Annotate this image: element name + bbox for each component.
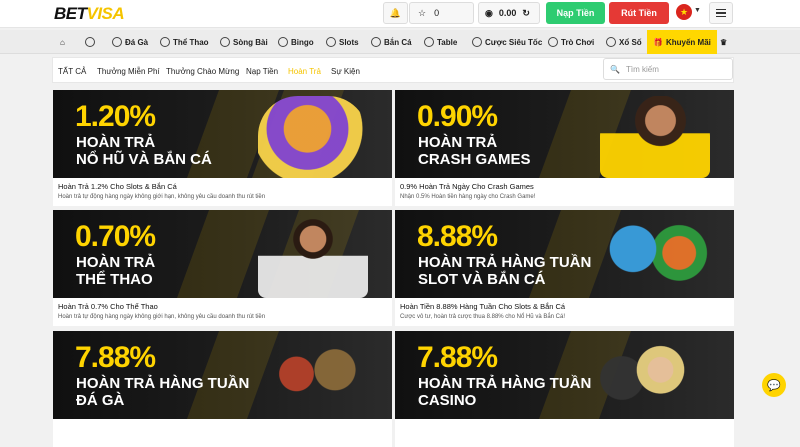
promo-banner: 0.70% HOÀN TRẢ THỂ THAO bbox=[53, 210, 392, 298]
top-bar: BETVISA 🔔 ☆ 0 ◉ 0.00 ↻ Nạp Tiền Rút Tiền ★ … bbox=[0, 0, 800, 28]
nav-fishing[interactable]: Bắn Cá bbox=[371, 30, 412, 54]
promo-percent: 0.70% bbox=[75, 220, 156, 253]
hamburger-menu-button[interactable] bbox=[709, 2, 733, 24]
promo-title: Hoàn Trả 1.2% Cho Slots & Bắn Cá bbox=[58, 182, 177, 191]
bell-icon: 🔔 bbox=[389, 7, 402, 18]
promo-percent: 8.88% bbox=[417, 220, 498, 253]
coins-value: 0 bbox=[434, 8, 440, 18]
promo-banner-title: HOÀN TRẢ NỔ HŨ VÀ BẮN CÁ bbox=[76, 134, 212, 168]
notification-button[interactable]: 🔔 bbox=[383, 2, 408, 24]
nav-games[interactable]: Trò Chơi bbox=[548, 30, 594, 54]
filter-welcome-bonus[interactable]: Thưởng Chào Mừng bbox=[166, 58, 239, 84]
search-icon: 🔍 bbox=[610, 64, 620, 74]
promo-card[interactable]: 7.88% HOÀN TRẢ HÀNG TUẦN ĐÁ GÀ bbox=[53, 331, 392, 447]
bingo-icon bbox=[278, 37, 288, 47]
fighting-roosters-image bbox=[258, 337, 368, 419]
nav-promotions[interactable]: 🎁 Khuyến Mãi bbox=[647, 30, 717, 54]
promo-card[interactable]: 0.90% HOÀN TRẢ CRASH GAMES 0.9% Hoàn Trả… bbox=[395, 90, 734, 206]
lightning-icon bbox=[472, 37, 482, 47]
nav-vip[interactable]: ♛ bbox=[720, 30, 727, 54]
nav-quick-bet[interactable]: Cược Siêu Tốc bbox=[472, 30, 542, 54]
gamepad-icon bbox=[548, 37, 558, 47]
filter-cashback[interactable]: Hoàn Trả bbox=[288, 58, 321, 84]
promo-description: Nhận 0.5% Hoàn tiền hàng ngày cho Crash … bbox=[400, 194, 536, 200]
nav-home[interactable]: ⌂ bbox=[60, 30, 65, 54]
coins-box[interactable]: ☆ 0 bbox=[409, 2, 474, 24]
woman-with-plane-image bbox=[600, 96, 710, 178]
promo-banner: 7.88% HOÀN TRẢ HÀNG TUẦN ĐÁ GÀ bbox=[53, 331, 392, 419]
promo-banner-title: HOÀN TRẢ CRASH GAMES bbox=[418, 134, 531, 168]
search-input[interactable]: 🔍 Tìm kiếm bbox=[603, 58, 733, 80]
promo-title: Hoàn Trả 0.7% Cho Thể Thao bbox=[58, 302, 158, 311]
withdraw-button[interactable]: Rút Tiền bbox=[609, 2, 669, 24]
chevron-down-icon[interactable]: ▼ bbox=[694, 7, 701, 14]
refresh-icon[interactable]: ↻ bbox=[522, 8, 530, 19]
deposit-button[interactable]: Nạp Tiền bbox=[546, 2, 605, 24]
promo-banner: 8.88% HOÀN TRẢ HÀNG TUẦN SLOT VÀ BẮN CÁ bbox=[395, 210, 734, 298]
filter-deposit[interactable]: Nạp Tiền bbox=[246, 58, 278, 84]
gift-icon: 🎁 bbox=[653, 37, 663, 47]
promo-percent: 1.20% bbox=[75, 100, 156, 133]
filter-all[interactable]: TẤT CẢ bbox=[58, 58, 86, 84]
promo-percent: 0.90% bbox=[417, 100, 498, 133]
cards-icon bbox=[220, 37, 230, 47]
nav-table[interactable]: Table bbox=[424, 30, 457, 54]
balance-value: 0.00 bbox=[498, 8, 517, 18]
shark-and-leprechaun-image bbox=[600, 216, 710, 298]
star-icon: ☆ bbox=[418, 7, 427, 18]
fish-target-icon bbox=[371, 37, 381, 47]
promo-banner-title: HOÀN TRẢ HÀNG TUẦN SLOT VÀ BẮN CÁ bbox=[418, 254, 592, 288]
promo-card[interactable]: 7.88% HOÀN TRẢ HÀNG TUẦN CASINO bbox=[395, 331, 734, 447]
ball-icon bbox=[85, 37, 95, 47]
filter-events[interactable]: Sự Kiện bbox=[331, 58, 360, 84]
home-icon: ⌂ bbox=[60, 37, 65, 47]
vietnam-flag-icon[interactable]: ★ bbox=[676, 4, 692, 20]
logo[interactable]: BETVISA bbox=[54, 4, 125, 24]
promo-description: Hoàn trả tự động hàng ngày không giới hạ… bbox=[58, 194, 266, 200]
promo-percent: 7.88% bbox=[417, 341, 498, 374]
nav-sports-icon-item[interactable] bbox=[85, 30, 95, 54]
nav-lottery[interactable]: Xổ Số bbox=[606, 30, 642, 54]
promo-banner: 7.88% HOÀN TRẢ HÀNG TUẦN CASINO bbox=[395, 331, 734, 419]
balance-box[interactable]: ◉ 0.00 ↻ bbox=[478, 2, 540, 24]
casino-woman-image bbox=[600, 337, 710, 419]
promo-percent: 7.88% bbox=[75, 341, 156, 374]
promo-card[interactable]: 0.70% HOÀN TRẢ THỂ THAO Hoàn Trả 0.7% Ch… bbox=[53, 210, 392, 326]
promo-banner: 1.20% HOÀN TRẢ NỔ HŨ VÀ BẮN CÁ bbox=[53, 90, 392, 178]
promo-title: Hoàn Tiền 8.88% Hàng Tuần Cho Slots & Bắ… bbox=[400, 302, 566, 311]
rooster-icon bbox=[112, 37, 122, 47]
promo-card[interactable]: 1.20% HOÀN TRẢ NỔ HŨ VÀ BẮN CÁ Hoàn Trả … bbox=[53, 90, 392, 206]
wallet-icon: ◉ bbox=[485, 7, 493, 18]
nav-sports[interactable]: Thể Thao bbox=[160, 30, 209, 54]
nav-casino[interactable]: Sòng Bài bbox=[220, 30, 268, 54]
sports-icon bbox=[160, 37, 170, 47]
promo-card[interactable]: 8.88% HOÀN TRẢ HÀNG TUẦN SLOT VÀ BẮN CÁ … bbox=[395, 210, 734, 326]
promo-banner-title: HOÀN TRẢ HÀNG TUẦN ĐÁ GÀ bbox=[76, 375, 250, 409]
chat-bubble-icon: 💬 bbox=[767, 379, 781, 392]
nav-cockfight[interactable]: Đá Gà bbox=[112, 30, 148, 54]
nav-slots[interactable]: Slots bbox=[326, 30, 359, 54]
football-player-image bbox=[258, 216, 368, 298]
lottery-icon bbox=[606, 37, 616, 47]
promo-description: Cược vô tư, hoàn trả cược thua 8.88% cho… bbox=[400, 314, 565, 320]
crown-icon: ♛ bbox=[720, 37, 728, 47]
promo-title: 0.9% Hoàn Trả Ngày Cho Crash Games bbox=[400, 182, 534, 191]
main-nav: ⌂ Đá Gà Thể Thao Sòng Bài Bingo Slots Bắ… bbox=[0, 30, 800, 54]
slot-icon bbox=[326, 37, 336, 47]
table-icon bbox=[424, 37, 434, 47]
chat-button[interactable]: 💬 bbox=[762, 373, 786, 397]
promo-banner-title: HOÀN TRẢ THỂ THAO bbox=[76, 254, 156, 288]
nav-bingo[interactable]: Bingo bbox=[278, 30, 314, 54]
promo-banner-title: HOÀN TRẢ HÀNG TUẦN CASINO bbox=[418, 375, 592, 409]
filter-free-bonus[interactable]: Thưởng Miễn Phí bbox=[97, 58, 160, 84]
promo-description: Hoàn trả tự động hàng ngày không giới hạ… bbox=[58, 314, 266, 320]
promo-banner: 0.90% HOÀN TRẢ CRASH GAMES bbox=[395, 90, 734, 178]
fish-slot-mascot-image bbox=[258, 96, 368, 178]
